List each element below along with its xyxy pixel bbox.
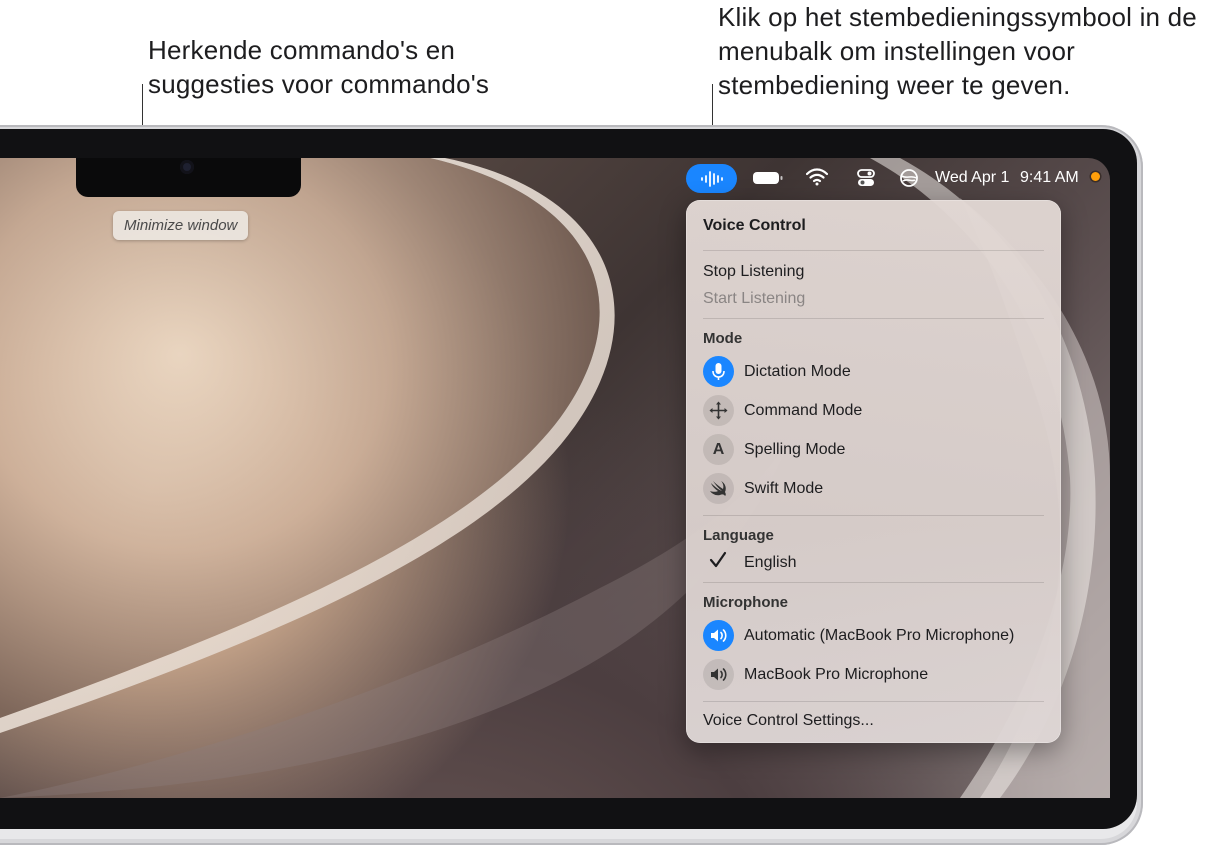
menubar-date[interactable]: Wed Apr 1 xyxy=(935,168,1009,188)
menu-title: Voice Control xyxy=(703,217,806,234)
speaker-icon xyxy=(703,659,734,690)
mode-swift[interactable]: Swift Mode xyxy=(744,479,823,499)
menu-separator xyxy=(703,318,1044,319)
microphone-in-use-indicator xyxy=(1091,172,1100,181)
microphone-icon xyxy=(703,356,734,387)
mode-header: Mode xyxy=(703,330,743,347)
menubar-time[interactable]: 9:41 AM xyxy=(1020,168,1079,188)
language-english[interactable]: English xyxy=(744,553,796,573)
mode-command[interactable]: Command Mode xyxy=(744,401,862,421)
mode-spelling[interactable]: Spelling Mode xyxy=(744,440,845,460)
menu-separator xyxy=(703,701,1044,702)
voice-control-settings-item[interactable]: Voice Control Settings... xyxy=(703,711,874,731)
voice-control-icon xyxy=(701,171,723,187)
stop-listening-item[interactable]: Stop Listening xyxy=(703,262,804,282)
letter-a-icon: A xyxy=(703,434,734,465)
voice-control-menubar-button[interactable] xyxy=(686,164,737,193)
callout-menubar-icon: Klik op het stembedieningssymbool in de … xyxy=(718,2,1197,100)
microphone-header: Microphone xyxy=(703,594,788,611)
menu-separator xyxy=(703,582,1044,583)
menu-separator xyxy=(703,515,1044,516)
microphone-macbook-pro[interactable]: MacBook Pro Microphone xyxy=(744,665,928,685)
callout-commands: Herkende commando's en suggesties voor c… xyxy=(148,35,490,99)
language-header: Language xyxy=(703,527,774,544)
command-suggestion: Minimize window xyxy=(113,211,249,240)
mode-dictation[interactable]: Dictation Mode xyxy=(744,362,851,382)
move-arrows-icon xyxy=(703,395,734,426)
camera-lens xyxy=(180,160,194,174)
swift-icon xyxy=(703,473,734,504)
speaker-icon xyxy=(703,620,734,651)
control-center-icon[interactable] xyxy=(856,168,876,193)
vpn-icon[interactable] xyxy=(899,168,919,193)
battery-icon[interactable] xyxy=(752,170,784,191)
menu-separator xyxy=(703,250,1044,251)
start-listening-item[interactable]: Start Listening xyxy=(703,289,805,309)
checkmark-icon xyxy=(709,551,729,575)
wifi-icon[interactable] xyxy=(805,168,829,191)
microphone-automatic[interactable]: Automatic (MacBook Pro Microphone) xyxy=(744,626,1014,646)
